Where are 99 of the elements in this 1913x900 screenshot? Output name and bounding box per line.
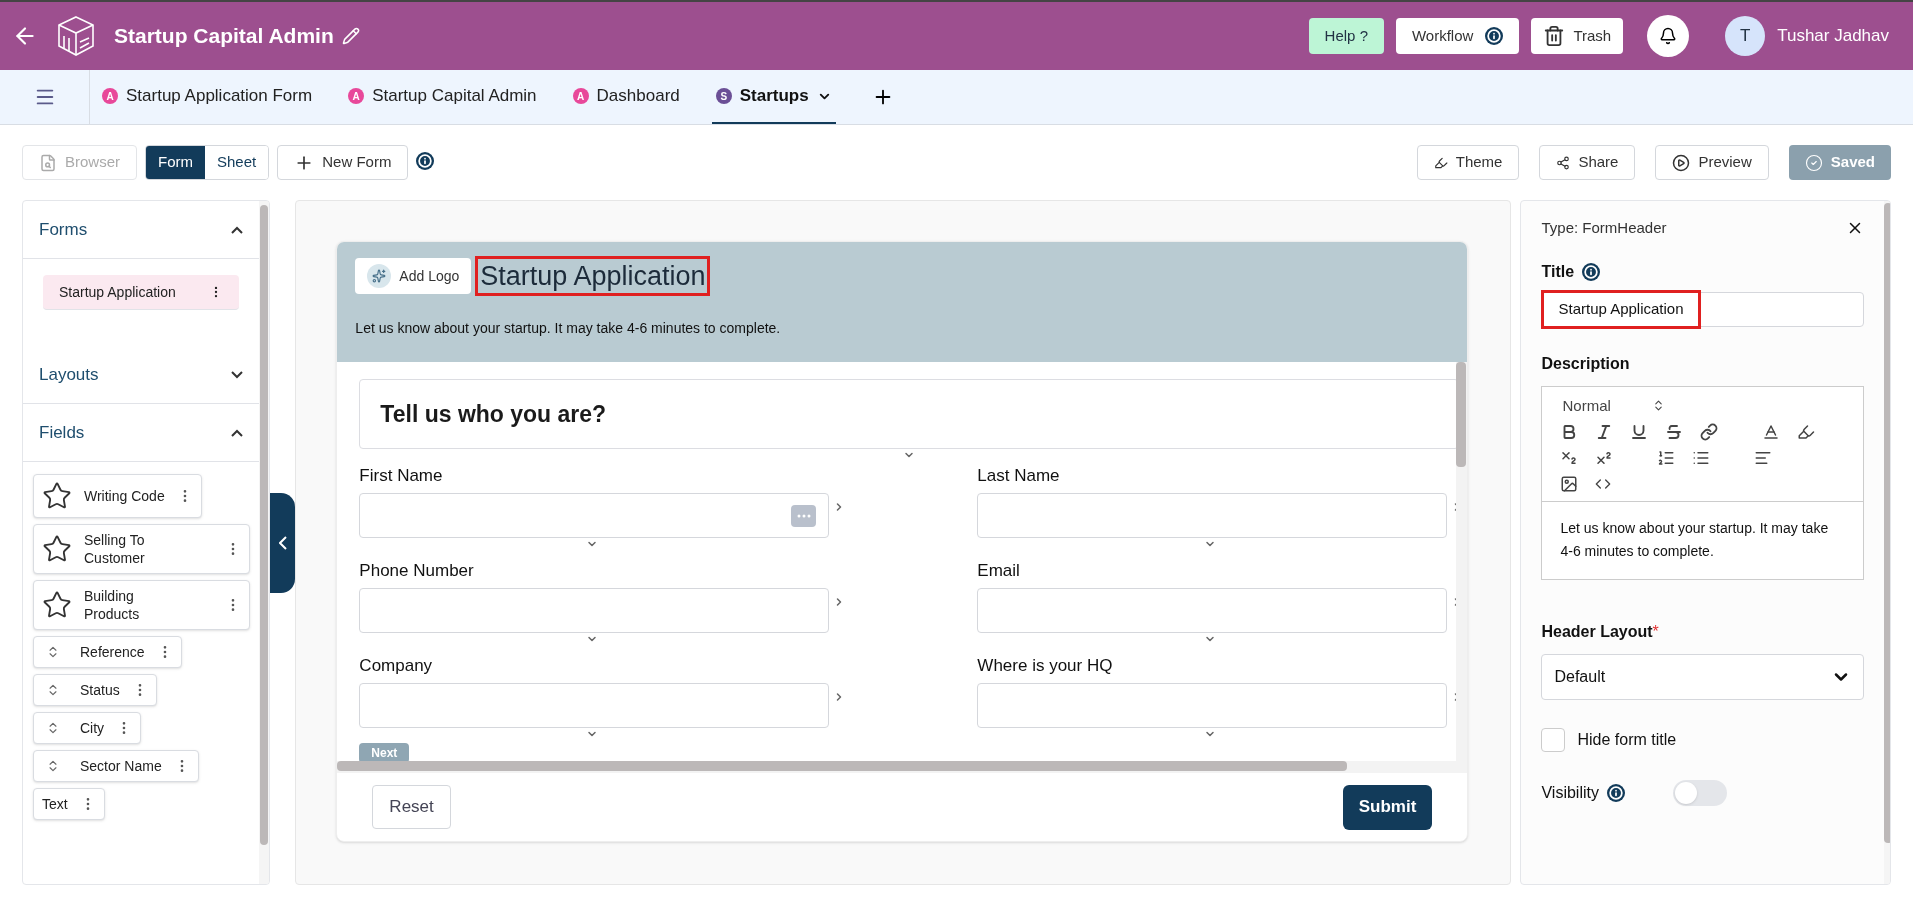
title-input[interactable]: Startup Application: [1541, 291, 1865, 327]
edit-icon[interactable]: [341, 27, 360, 45]
form-description: Let us know about your startup. It may take 4-6 minutes to complete.: [355, 319, 782, 338]
type-label: Type: FormHeader: [1541, 218, 1667, 238]
description-text[interactable]: Let us know about your startup. It may take 4-6 minutes to complete.: [1542, 502, 1864, 579]
format-icon[interactable]: [1630, 423, 1649, 441]
field-chip[interactable]: City: [33, 712, 142, 744]
app-title: Startup Capital Admin: [114, 23, 334, 50]
theme-button[interactable]: Theme: [1416, 145, 1520, 180]
field-label: Email: [977, 560, 1021, 582]
play-icon: [1672, 153, 1691, 172]
field-label: Company: [359, 655, 434, 677]
field-chip[interactable]: Status: [33, 674, 157, 706]
description-label: Description: [1541, 353, 1631, 374]
visibility-label: Visibility: [1541, 783, 1599, 803]
checkbox[interactable]: [1541, 728, 1566, 752]
star-icon: [42, 481, 72, 511]
star-icon: [42, 534, 72, 564]
tab-badge: A: [572, 88, 589, 104]
add-logo-button[interactable]: Add Logo: [355, 258, 472, 294]
user-avatar[interactable]: T: [1725, 16, 1766, 56]
star-icon: [42, 590, 72, 620]
superscript-icon[interactable]: [1595, 449, 1614, 467]
bullet-list-icon[interactable]: [1692, 449, 1711, 467]
tab-badge: A: [102, 88, 118, 104]
user-name: Tushar Jadhav: [1777, 25, 1889, 48]
field-chip[interactable]: Sector Name: [33, 750, 199, 782]
scrollbar-thumb[interactable]: [1456, 362, 1467, 467]
field-chip[interactable]: Building Products: [33, 580, 250, 630]
scrollbar-thumb[interactable]: [337, 761, 1348, 771]
scrollbar-thumb[interactable]: [1884, 203, 1890, 843]
info-icon[interactable]: [1606, 784, 1625, 802]
tab[interactable]: A Startup Capital Admin: [344, 70, 541, 124]
title-label: Title: [1541, 261, 1575, 282]
notifications-button[interactable]: [1647, 15, 1690, 57]
reset-button[interactable]: Reset: [372, 785, 451, 829]
workflow-button[interactable]: Workflow: [1395, 18, 1520, 54]
text-input[interactable]: [977, 683, 1448, 728]
new-form-button[interactable]: New Form: [277, 145, 409, 180]
ordered-list-icon[interactable]: [1657, 449, 1676, 467]
title-value: Startup Application: [1541, 289, 1701, 329]
chevron-left-icon: [278, 535, 287, 550]
code-icon[interactable]: [1595, 476, 1612, 492]
checkbox-label: Hide form title: [1577, 730, 1677, 750]
required-mark: *: [1652, 622, 1659, 642]
visibility-switch[interactable]: [1672, 780, 1727, 806]
field-label: First Name: [359, 465, 444, 487]
text-input[interactable]: [359, 588, 830, 633]
info-icon[interactable]: [1582, 262, 1601, 281]
document-search-icon: [39, 153, 57, 172]
submit-button[interactable]: Submit: [1342, 784, 1433, 830]
tab[interactable]: A Startup Application Form: [98, 70, 317, 124]
form-list-item[interactable]: Startup Application: [43, 275, 240, 310]
field-label: Last Name: [977, 465, 1061, 487]
preview-button[interactable]: Preview: [1655, 145, 1769, 180]
tab[interactable]: A Dashboard: [568, 70, 684, 124]
text-input[interactable]: [977, 588, 1448, 633]
form-title: Startup Application: [475, 256, 711, 296]
header-layout-label: Header Layout: [1541, 622, 1653, 642]
view-toggle[interactable]: Form: [146, 146, 205, 179]
sort-icon: [46, 759, 60, 773]
field-chip[interactable]: Selling To Customer: [33, 524, 250, 574]
font-color-icon[interactable]: [1762, 423, 1781, 441]
info-icon[interactable]: [1485, 27, 1504, 45]
scrollbar-thumb[interactable]: [260, 205, 269, 845]
field-label: Where is your HQ: [977, 655, 1114, 677]
align-left-icon[interactable]: [1754, 449, 1773, 467]
bell-icon: [1659, 27, 1678, 45]
section-title: Tell us who you are?: [380, 399, 607, 429]
share-icon: [1556, 155, 1571, 170]
text-style-select[interactable]: Normal: [1562, 394, 1623, 417]
chevron-icon: [231, 428, 244, 437]
chevron-icon: [231, 225, 244, 234]
format-icon[interactable]: [1700, 423, 1719, 441]
check-circle-icon: [1804, 153, 1823, 172]
trash-icon: [1543, 25, 1566, 47]
sparkle-wand-icon: [367, 264, 392, 288]
subscript-icon[interactable]: [1560, 449, 1579, 467]
tab-badge: A: [348, 88, 365, 104]
text-input[interactable]: [359, 493, 830, 538]
share-button[interactable]: Share: [1539, 145, 1636, 180]
field-chip[interactable]: Text: [33, 788, 105, 820]
field-chip[interactable]: Reference: [33, 636, 182, 668]
chevron-icon: [231, 370, 244, 379]
text-input[interactable]: [977, 493, 1448, 538]
format-icon[interactable]: [1665, 423, 1684, 441]
collapse-handle[interactable]: [270, 492, 296, 593]
highlight-icon[interactable]: [1797, 423, 1816, 441]
text-input[interactable]: [359, 683, 830, 728]
field-chip[interactable]: Writing Code: [33, 474, 202, 518]
tab[interactable]: S Startups: [711, 70, 836, 124]
info-icon[interactable]: [416, 151, 435, 170]
highlighter-icon: [1433, 155, 1448, 170]
image-icon[interactable]: [1560, 475, 1579, 493]
header-layout-select[interactable]: Default: [1541, 654, 1865, 700]
tab-badge: S: [715, 88, 732, 104]
trash-button[interactable]: Trash: [1531, 18, 1624, 54]
help-button[interactable]: Help ?: [1308, 18, 1384, 54]
field-label: Phone Number: [359, 560, 475, 582]
